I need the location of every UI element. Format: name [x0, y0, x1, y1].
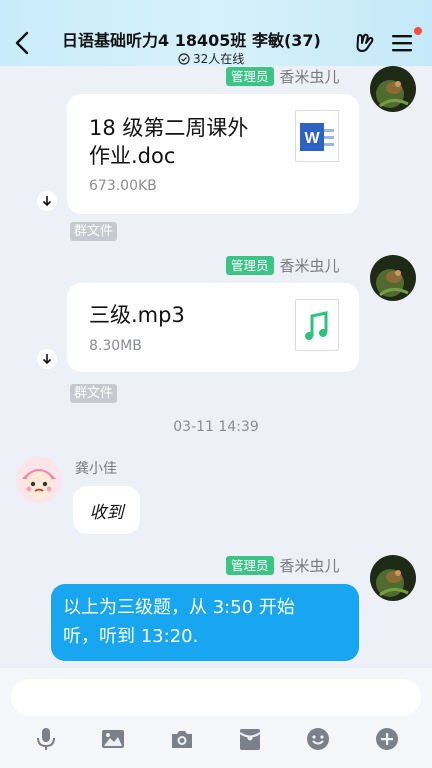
- message-text-line2: 听，听到 13:20.: [63, 626, 199, 647]
- message-text-line1: 以上为三级题，从 3:50 开始: [63, 597, 295, 618]
- sender-name[interactable]: 香米虫儿: [280, 555, 340, 576]
- chat-title[interactable]: 日语基础听力4 18405班 李敏(37): [62, 27, 362, 51]
- svg-text:W: W: [304, 130, 320, 147]
- admin-badge: 管理员: [226, 556, 274, 575]
- message-timestamp: 03-11 14:39: [173, 419, 259, 435]
- camera-icon[interactable]: [169, 726, 195, 752]
- file-name-line2: 作业.doc: [89, 144, 176, 168]
- online-count-label: 32人在线: [193, 52, 245, 66]
- file-name: 三级.mp3: [89, 303, 185, 327]
- message-bubble-self[interactable]: 以上为三级题，从 3:50 开始 听，听到 13:20.: [51, 584, 359, 661]
- back-icon[interactable]: [12, 30, 34, 56]
- sender-name[interactable]: 香米虫儿: [280, 255, 340, 276]
- avatar-image: [370, 555, 416, 601]
- group-file-tag[interactable]: 群文件: [70, 384, 118, 403]
- input-bar: [0, 668, 432, 768]
- microphone-icon[interactable]: [33, 726, 59, 752]
- music-file-icon: [295, 299, 339, 351]
- hand-gesture-icon[interactable]: [354, 32, 378, 54]
- menu-icon[interactable]: [392, 34, 412, 52]
- avatar[interactable]: [370, 66, 416, 112]
- admin-badge: 管理员: [226, 67, 274, 86]
- avatar[interactable]: [370, 555, 416, 601]
- word-file-icon: W: [295, 110, 339, 162]
- avatar[interactable]: [16, 457, 62, 503]
- online-count[interactable]: 32人在线: [178, 50, 244, 67]
- file-card-mp3[interactable]: 三级.mp3 8.30MB: [67, 283, 359, 372]
- plus-icon[interactable]: [374, 726, 400, 752]
- download-icon[interactable]: [37, 191, 57, 211]
- avatar-image: [370, 255, 416, 301]
- emoji-icon[interactable]: [305, 726, 331, 752]
- sender-row: 管理员 香米虫儿: [226, 255, 340, 276]
- sender-name[interactable]: 香米虫儿: [280, 66, 340, 87]
- file-size: 8.30MB: [89, 338, 142, 354]
- red-packet-icon[interactable]: [237, 726, 263, 752]
- online-status-icon: [178, 52, 190, 65]
- sender-row: 管理员 香米虫儿: [226, 66, 340, 87]
- file-size: 673.00KB: [89, 178, 157, 194]
- avatar[interactable]: [370, 255, 416, 301]
- download-icon[interactable]: [37, 349, 57, 369]
- file-card-doc[interactable]: 18 级第二周课外 作业.doc 673.00KB W: [67, 94, 359, 214]
- chat-header: 日语基础听力4 18405班 李敏(37) 32人在线: [0, 0, 432, 66]
- group-file-tag[interactable]: 群文件: [70, 222, 118, 241]
- sender-row: 管理员 香米虫儿: [226, 555, 340, 576]
- notification-dot: [414, 27, 422, 35]
- admin-badge: 管理员: [226, 256, 274, 275]
- image-icon[interactable]: [100, 726, 126, 752]
- sender-name[interactable]: 龚小佳: [75, 458, 117, 478]
- avatar-image: [16, 457, 62, 503]
- message-bubble[interactable]: 收到: [73, 486, 140, 534]
- message-input[interactable]: [11, 679, 421, 716]
- avatar-image: [370, 66, 416, 112]
